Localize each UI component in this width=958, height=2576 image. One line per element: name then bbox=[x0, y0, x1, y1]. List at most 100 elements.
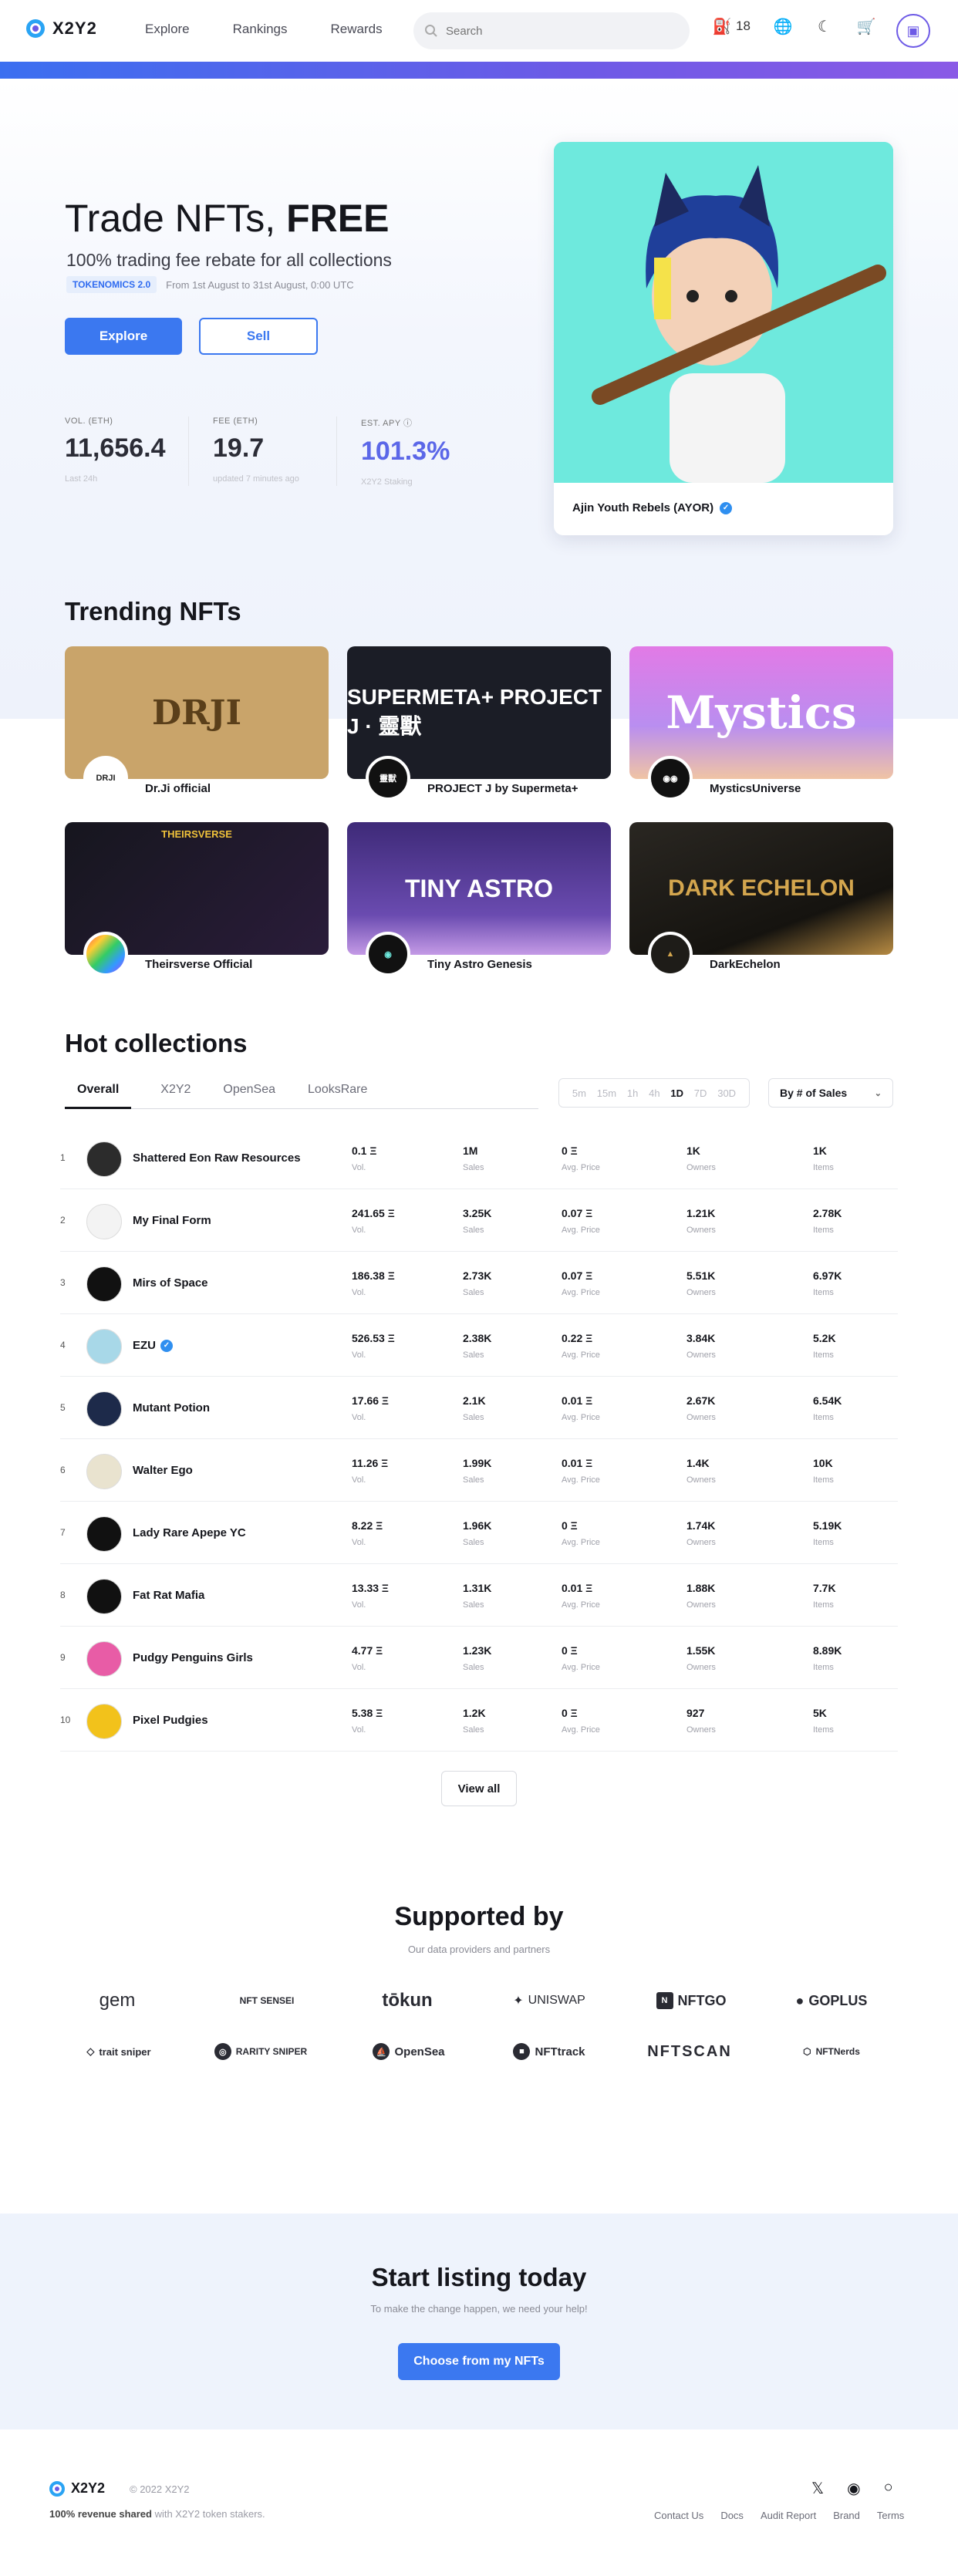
trending-card[interactable]: DRJI DRJI Dr.Ji official bbox=[65, 646, 329, 818]
partner-logo[interactable]: NFT SENSEI bbox=[205, 1985, 329, 2016]
trending-card[interactable]: DARK ECHELON ▲ DarkEchelon bbox=[629, 822, 893, 993]
table-row[interactable]: 1 Shattered Eon Raw Resources 0.1 Ξ Vol. 1M S… bbox=[60, 1128, 898, 1189]
cell-label: Sales bbox=[463, 1163, 484, 1172]
nav-rankings[interactable]: Rankings bbox=[233, 22, 288, 37]
table-row[interactable]: 3 Mirs of Space 186.38 Ξ Vol. 2.73K Sales 0.07… bbox=[60, 1253, 898, 1314]
choose-nfts-button[interactable]: Choose from my NFTs bbox=[398, 2343, 560, 2380]
footer-logo[interactable]: X2Y2 bbox=[49, 2480, 105, 2497]
table-row[interactable]: 9 Pudgy Penguins Girls 4.77 Ξ Vol. 1.23K Sale… bbox=[60, 1627, 898, 1689]
featured-nft-card[interactable]: Ajin Youth Rebels (AYOR) ✓ bbox=[554, 142, 893, 535]
cell-sales: 1.99K Sales bbox=[463, 1457, 491, 1485]
trending-card[interactable]: Mystics ◉◉ MysticsUniverse bbox=[629, 646, 893, 818]
partner-logo[interactable]: ⬡ NFTNerds bbox=[770, 2036, 893, 2067]
cell-value: 1M bbox=[463, 1145, 478, 1157]
nav-explore[interactable]: Explore bbox=[145, 22, 190, 37]
partner-logo[interactable]: gem bbox=[56, 1985, 179, 2016]
footer-link-terms[interactable]: Terms bbox=[877, 2510, 904, 2521]
partner-logo[interactable]: ✦ UNISWAP bbox=[487, 1985, 611, 2016]
partner-logo[interactable]: NFTSCAN bbox=[628, 2036, 751, 2067]
cell-value: 3.25K bbox=[463, 1207, 492, 1219]
moon-icon[interactable]: ☾ bbox=[815, 17, 834, 35]
partner-logo[interactable]: ◇ trait sniper bbox=[57, 2036, 180, 2067]
partner-logo[interactable]: tōkun bbox=[346, 1985, 469, 2016]
footer-link-docs[interactable]: Docs bbox=[720, 2510, 744, 2521]
revenue-note: 100% revenue shared with X2Y2 token stak… bbox=[49, 2508, 265, 2520]
collection-name[interactable]: Mutant Potion bbox=[133, 1401, 210, 1414]
collection-name[interactable]: Shattered Eon Raw Resources bbox=[133, 1151, 301, 1165]
featured-nft-name[interactable]: Ajin Youth Rebels (AYOR) bbox=[572, 501, 713, 514]
collection-name[interactable]: Pudgy Penguins Girls bbox=[133, 1651, 253, 1664]
table-row[interactable]: 7 Lady Rare Apepe YC 8.22 Ξ Vol. 1.96K Sales 0… bbox=[60, 1502, 898, 1564]
discord-icon[interactable]: ◉ bbox=[847, 2479, 860, 2498]
cart-icon[interactable]: 🛒 bbox=[856, 17, 875, 35]
cell-sales: 1.23K Sales bbox=[463, 1644, 491, 1672]
tab-overall[interactable]: Overall bbox=[65, 1077, 132, 1109]
tokenomics-badge[interactable]: TOKENOMICS 2.0 bbox=[66, 276, 157, 293]
cell-value: 241.65 Ξ bbox=[352, 1207, 395, 1219]
partner-logo[interactable]: ■ NFTtrack bbox=[487, 2036, 611, 2067]
timeframe-30d[interactable]: 30D bbox=[717, 1087, 736, 1099]
partner-logo[interactable]: ◎ RARITY SNIPER bbox=[199, 2036, 322, 2067]
tokenomics-info: TOKENOMICS 2.0 From 1st August to 31st A… bbox=[66, 276, 354, 293]
logo[interactable]: X2Y2 bbox=[26, 19, 97, 39]
cell-sales: 1M Sales bbox=[463, 1145, 484, 1172]
timeframe-1h[interactable]: 1h bbox=[627, 1087, 638, 1099]
timeframe-1d[interactable]: 1D bbox=[670, 1087, 683, 1099]
timeframe-5m[interactable]: 5m bbox=[572, 1087, 586, 1099]
collection-name[interactable]: My Final Form bbox=[133, 1214, 211, 1227]
timeframe-7d[interactable]: 7D bbox=[694, 1087, 707, 1099]
footer-link-contact[interactable]: Contact Us bbox=[654, 2510, 703, 2521]
table-row[interactable]: 4 EZU ✓ 526.53 Ξ Vol. 2.38K Sales 0.22 Ξ Avg. Pr… bbox=[60, 1315, 898, 1377]
collection-name[interactable]: Fat Rat Mafia bbox=[133, 1589, 204, 1602]
cell-label: Avg. Price bbox=[562, 1288, 600, 1297]
stat-label[interactable]: EST. APY ⓘ bbox=[361, 416, 450, 429]
trending-card[interactable]: SUPERMETA+ PROJECT J · 靈獸 靈獸 PROJECT J b… bbox=[347, 646, 611, 818]
cell-vol: 11.26 Ξ Vol. bbox=[352, 1457, 388, 1485]
cell-label: Owners bbox=[686, 1350, 716, 1360]
nav-rewards[interactable]: Rewards bbox=[331, 22, 383, 37]
table-row[interactable]: 6 Walter Ego 11.26 Ξ Vol. 1.99K Sales 0.01 Ξ Av… bbox=[60, 1440, 898, 1502]
gas-indicator[interactable]: ⛽ 18 bbox=[713, 17, 751, 35]
sell-button[interactable]: Sell bbox=[199, 318, 318, 355]
tab-looksrare[interactable]: LooksRare bbox=[295, 1077, 379, 1109]
timeframe-4h[interactable]: 4h bbox=[649, 1087, 659, 1099]
cell-value: 0.01 Ξ bbox=[562, 1457, 593, 1469]
collection-name[interactable]: Mirs of Space bbox=[133, 1276, 208, 1290]
collection-name[interactable]: Lady Rare Apepe YC bbox=[133, 1526, 246, 1539]
search-input[interactable] bbox=[446, 24, 677, 38]
collection-name[interactable]: Walter Ego bbox=[133, 1464, 193, 1477]
timeframe-15m[interactable]: 15m bbox=[597, 1087, 616, 1099]
explore-button[interactable]: Explore bbox=[65, 318, 182, 355]
footer-link-brand[interactable]: Brand bbox=[833, 2510, 860, 2521]
tab-opensea[interactable]: OpenSea bbox=[211, 1077, 288, 1109]
globe-icon[interactable]: 🌐 bbox=[773, 17, 792, 35]
wallet-button[interactable]: ▣ bbox=[896, 14, 930, 48]
row-rank: 8 bbox=[60, 1590, 66, 1600]
cell-value: 1.31K bbox=[463, 1582, 492, 1594]
cell-value: 0.01 Ξ bbox=[562, 1394, 593, 1407]
hero-subtitle: 100% trading fee rebate for all collecti… bbox=[66, 250, 392, 270]
search-bar[interactable] bbox=[413, 12, 690, 49]
collection-name[interactable]: Pixel Pudgies bbox=[133, 1714, 208, 1727]
cell-avg: 0 Ξ Avg. Price bbox=[562, 1145, 600, 1172]
view-all-button[interactable]: View all bbox=[441, 1771, 517, 1806]
cell-value: 526.53 Ξ bbox=[352, 1332, 395, 1344]
table-row[interactable]: 5 Mutant Potion 17.66 Ξ Vol. 2.1K Sales 0.01 Ξ… bbox=[60, 1377, 898, 1439]
footer-link-audit[interactable]: Audit Report bbox=[761, 2510, 816, 2521]
table-row[interactable]: 10 Pixel Pudgies 5.38 Ξ Vol. 1.2K Sales 0 Ξ Avg… bbox=[60, 1690, 898, 1752]
partner-logo[interactable]: ● GOPLUS bbox=[770, 1985, 893, 2016]
table-row[interactable]: 2 My Final Form 241.65 Ξ Vol. 3.25K Sales 0.07… bbox=[60, 1190, 898, 1252]
table-row[interactable]: 8 Fat Rat Mafia 13.33 Ξ Vol. 1.31K Sales 0.01 … bbox=[60, 1565, 898, 1627]
trending-card[interactable]: THEIRSVERSE Theirsverse Official bbox=[65, 822, 329, 993]
medium-icon[interactable]: ○ bbox=[884, 2479, 893, 2498]
collection-name[interactable]: EZU ✓ bbox=[133, 1339, 173, 1352]
trending-card[interactable]: TINY ASTRO ◉ Tiny Astro Genesis bbox=[347, 822, 611, 993]
collection-name: Tiny Astro Genesis bbox=[427, 958, 532, 971]
tab-x2y2[interactable]: X2Y2 bbox=[148, 1077, 203, 1109]
sort-dropdown[interactable]: By # of Sales ⌄ bbox=[768, 1078, 893, 1108]
cell-label: Items bbox=[813, 1725, 834, 1735]
featured-nft-caption: Ajin Youth Rebels (AYOR) ✓ bbox=[554, 483, 893, 533]
twitter-icon[interactable]: 𝕏 bbox=[811, 2479, 824, 2498]
partner-logo[interactable]: N NFTGO bbox=[629, 1985, 753, 2016]
partner-logo[interactable]: ⛵ OpenSea bbox=[347, 2036, 471, 2067]
